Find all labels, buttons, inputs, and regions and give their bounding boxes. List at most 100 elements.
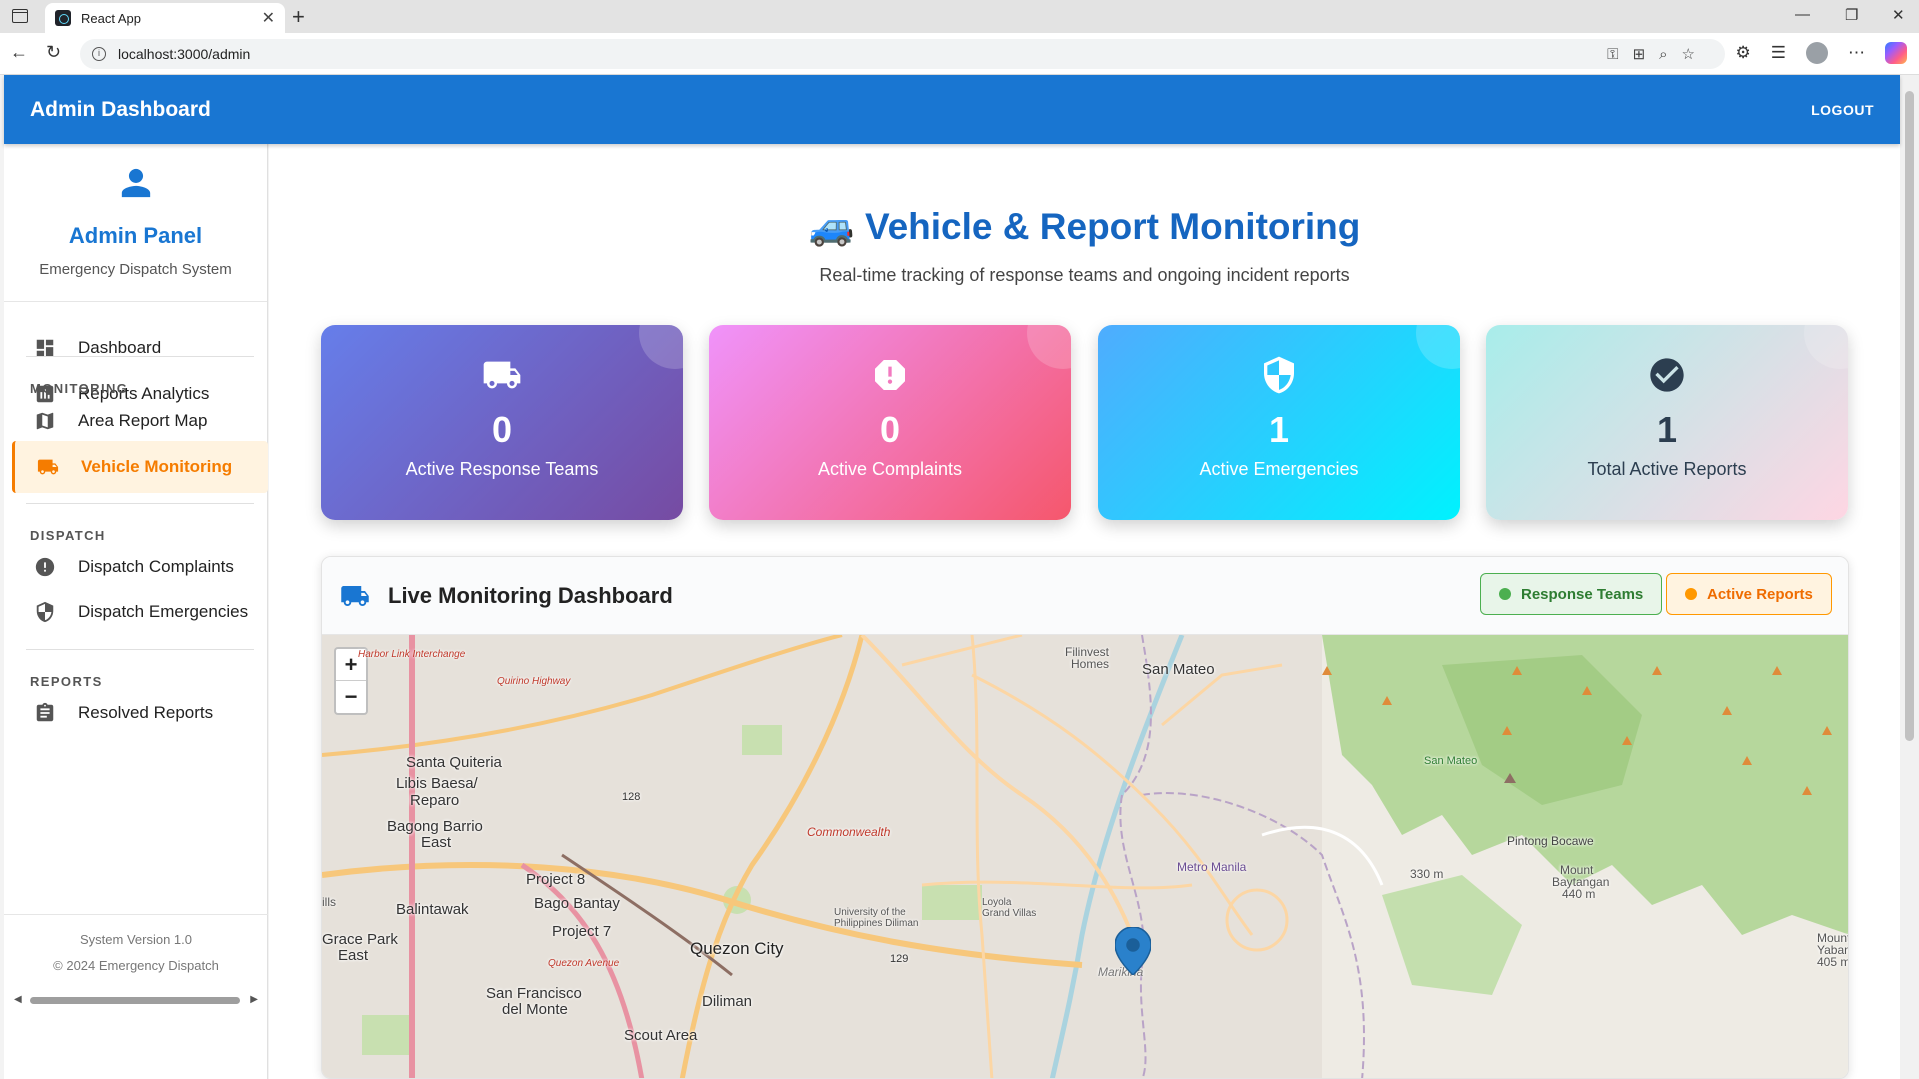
map-label: del Monte: [502, 1001, 568, 1018]
browser-tab[interactable]: React App ✕: [45, 3, 285, 33]
shield-icon: [1264, 356, 1294, 394]
scrollbar-thumb[interactable]: [1905, 91, 1914, 741]
logout-button[interactable]: LOGOUT: [1811, 102, 1874, 118]
map-label: Pintong Bocawe: [1507, 834, 1594, 848]
minimize-icon[interactable]: —: [1795, 6, 1810, 23]
shield-icon: [36, 601, 54, 623]
app-header: Admin Dashboard LOGOUT: [4, 75, 1900, 144]
stat-value: 0: [879, 409, 901, 450]
system-version: System Version 1.0: [80, 932, 192, 947]
legend-label: Response Teams: [1521, 585, 1644, 603]
map-label: ills: [322, 895, 336, 909]
page-scrollbar[interactable]: [1900, 75, 1919, 1079]
map-label: Quezon Avenue: [548, 958, 620, 969]
map-label: San Mateo: [1142, 661, 1215, 678]
react-favicon-icon: [55, 10, 71, 26]
site-info-icon[interactable]: i: [92, 47, 106, 61]
more-menu-icon[interactable]: ⋯: [1848, 43, 1865, 63]
map-icon: [36, 412, 54, 430]
map-label: Quezon City: [690, 939, 784, 958]
map-label: Project 8: [526, 871, 586, 888]
sidebar-item-label: Dashboard: [78, 338, 162, 357]
scroll-right-icon[interactable]: ▶: [250, 994, 258, 1005]
map-label: Libis Baesa/: [396, 775, 478, 792]
stat-card-emergencies: 1 Active Emergencies: [1098, 325, 1460, 520]
sidebar-item-resolved-reports[interactable]: Resolved Reports: [12, 687, 268, 739]
main-content: 🚙 Vehicle & Report Monitoring Real-time …: [269, 144, 1900, 1079]
back-icon[interactable]: ←: [10, 42, 28, 63]
alert-icon: [875, 360, 905, 390]
truck-icon: [341, 585, 369, 606]
map-label: East: [338, 947, 369, 964]
divider: [26, 503, 254, 504]
map-label: University of the Philippines Diliman: [834, 907, 919, 929]
app-title: Admin Dashboard: [30, 97, 211, 121]
sidebar-item-dispatch-emergencies[interactable]: Dispatch Emergencies: [12, 586, 268, 638]
url-text: localhost:3000/admin: [118, 46, 251, 62]
truck-icon: [483, 361, 521, 389]
map-label: Bagong Barrio: [387, 818, 483, 835]
stat-value: 0: [491, 409, 513, 450]
map-label: Bago Bantay: [534, 895, 620, 912]
page-subtitle: Real-time tracking of response teams and…: [819, 265, 1350, 285]
live-monitoring-panel: Live Monitoring Dashboard Response Teams…: [321, 556, 1849, 1079]
zoom-out-button[interactable]: −: [336, 681, 366, 713]
map-label: 405 m: [1817, 955, 1849, 969]
scrollbar-thumb[interactable]: [30, 997, 240, 1004]
stat-label: Active Complaints: [817, 459, 963, 479]
map-label: East: [421, 834, 452, 851]
url-field[interactable]: i localhost:3000/admin ⚿ ⊞ ⌕ ☆: [80, 39, 1725, 69]
stat-label: Total Active Reports: [1587, 459, 1747, 479]
sidebar-item-area-report-map[interactable]: Area Report Map: [12, 395, 268, 447]
stat-label: Active Emergencies: [1199, 459, 1359, 479]
sidebar-toggle-icon[interactable]: [12, 9, 28, 23]
clipboard-icon: [36, 702, 54, 722]
section-label-monitoring: MONITORING: [30, 381, 129, 396]
new-tab-icon[interactable]: +: [292, 4, 305, 30]
map-label: Metro Manila: [1177, 860, 1247, 874]
divider: [26, 356, 254, 357]
restore-icon[interactable]: ❐: [1845, 6, 1858, 24]
green-dot-icon: [1499, 588, 1511, 600]
map-label: 440 m: [1562, 887, 1596, 901]
sidebar-item-label: Dispatch Emergencies: [78, 602, 249, 621]
stat-label: Active Response Teams: [405, 459, 599, 479]
app-install-icon[interactable]: ⊞: [1633, 45, 1646, 63]
map-label: Santa Quiteria: [406, 754, 502, 771]
map-label: 129: [890, 953, 909, 965]
map-label: 330 m: [1410, 867, 1444, 881]
sidebar-item-dashboard[interactable]: Dashboard: [12, 322, 268, 374]
favorites-icon[interactable]: ☰: [1771, 43, 1786, 63]
legend-response-teams[interactable]: Response Teams: [1480, 573, 1663, 615]
close-tab-icon[interactable]: ✕: [262, 8, 275, 28]
map-label: Commonwealth: [807, 825, 891, 839]
map-label: Diliman: [702, 993, 753, 1010]
reload-icon[interactable]: ↻: [46, 42, 61, 63]
favorite-star-icon[interactable]: ☆: [1682, 45, 1695, 63]
copilot-icon[interactable]: [1885, 42, 1907, 64]
sidebar-horizontal-scrollbar[interactable]: ◀ ▶: [12, 994, 260, 1006]
sidebar-header: Admin Panel Emergency Dispatch System: [4, 144, 267, 302]
map-view[interactable]: + − Harbor Link Interchange Quirino High…: [322, 635, 1849, 1078]
legend-active-reports[interactable]: Active Reports: [1666, 573, 1832, 615]
legend-label: Active Reports: [1707, 585, 1813, 603]
key-icon[interactable]: ⚿: [1607, 46, 1618, 63]
zoom-icon[interactable]: ⌕: [1659, 46, 1667, 63]
report-location-pin-icon[interactable]: [1115, 927, 1151, 975]
stat-card-response-teams: 0 Active Response Teams: [321, 325, 683, 520]
browser-tabbar: React App ✕ + — ❐ ✕: [0, 0, 1919, 33]
stat-value: 1: [1656, 409, 1678, 450]
map-label: Grace Park: [322, 931, 398, 948]
profile-avatar[interactable]: [1806, 42, 1828, 64]
map-label: Project 7: [552, 923, 612, 940]
close-window-icon[interactable]: ✕: [1892, 6, 1905, 24]
sidebar-item-vehicle-monitoring[interactable]: Vehicle Monitoring: [12, 441, 268, 493]
sidebar-item-label: Area Report Map: [78, 411, 208, 430]
extensions-icon[interactable]: ⚙: [1736, 43, 1751, 63]
check-circle-icon: [1650, 358, 1684, 392]
map-label: Loyola Grand Villas: [982, 897, 1037, 919]
stat-value: 1: [1268, 409, 1290, 450]
scroll-left-icon[interactable]: ◀: [14, 994, 22, 1005]
sidebar-item-label: Vehicle Monitoring: [81, 457, 233, 476]
tab-title: React App: [81, 10, 141, 26]
